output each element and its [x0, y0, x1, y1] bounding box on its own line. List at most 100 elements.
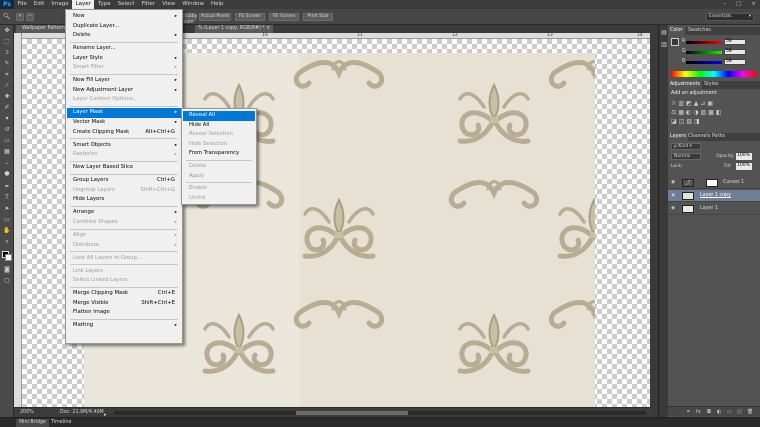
layer-menu-item-delete[interactable]: Delete ▸ — [67, 31, 181, 41]
layer-menu-item-create-clipping-mask[interactable]: Create Clipping Mask Alt+Ctrl+G — [67, 128, 181, 138]
layer-menu-item-new-adjustment-layer[interactable]: New Adjustment Layer ▸ — [67, 86, 181, 96]
mask-menu-item-hide-all[interactable]: Hide All — [183, 121, 255, 131]
dodge-tool-icon[interactable]: ● — [3, 170, 11, 177]
layer-menu-item-arrange[interactable]: Arrange ▸ — [67, 208, 181, 218]
layer-name[interactable]: Layer 1 copy — [700, 190, 731, 202]
tab-swatches[interactable]: Swatches — [686, 27, 713, 35]
fill-screen-button[interactable]: Fill Screen — [269, 13, 299, 21]
layer-menu-item-new[interactable]: New ▸ — [67, 12, 181, 22]
tab-styles[interactable]: Styles — [702, 81, 721, 89]
layer-menu-item-layer-style[interactable]: Layer Style ▸ — [67, 54, 181, 64]
type-tool-icon[interactable]: T — [3, 194, 11, 201]
hand-tool-icon[interactable]: ✋ — [3, 227, 11, 234]
adjustment-icons-row-3[interactable]: ◪◫▧◨ — [671, 118, 702, 125]
layer-menu-item-smart-objects[interactable]: Smart Objects ▸ — [67, 141, 181, 151]
properties-panel-icon[interactable]: ▥ — [660, 41, 668, 48]
layer-menu-item-hide-layers[interactable]: Hide Layers — [67, 195, 181, 205]
opacity-input[interactable]: 100% — [736, 153, 752, 160]
layer-menu-item-new-layer-based-slice[interactable]: New Layer Based Slice — [67, 163, 181, 173]
tab-timeline[interactable]: Timeline — [48, 419, 74, 427]
shape-tool-icon[interactable]: ▭ — [3, 216, 11, 223]
foreground-color-chip[interactable] — [671, 38, 679, 46]
history-brush-icon[interactable]: ↺ — [3, 126, 11, 133]
mask-menu-item-reveal-all[interactable]: Reveal All — [183, 111, 255, 121]
brush-tool-icon[interactable]: ✐ — [3, 104, 11, 111]
adjustment-icon[interactable]: ◐ — [717, 407, 721, 417]
mask-icon[interactable]: ◘ — [707, 407, 711, 417]
crop-tool-icon[interactable]: ⌗ — [3, 71, 11, 78]
zoom-in-icon[interactable]: + — [16, 13, 24, 21]
gradient-tool-icon[interactable]: ▦ — [3, 148, 11, 155]
layer-name[interactable]: Layer 1 — [700, 203, 718, 215]
layer-menu-item-merge-clipping-mask[interactable]: Merge Clipping Mask Ctrl+E — [67, 289, 181, 299]
tab-layers[interactable]: Layers — [668, 133, 688, 141]
layer-menu-item-group-layers[interactable]: Group Layers Ctrl+G — [67, 176, 181, 186]
layer-row-curves[interactable]: ◉ ⤴ Curves 1 — [668, 177, 760, 189]
actual-pixels-button[interactable]: Actual Pixels — [199, 13, 231, 21]
eyedropper-tool-icon[interactable]: ⁄ — [3, 82, 11, 89]
marquee-tool-icon[interactable]: ⬚ — [3, 38, 11, 45]
tab-channels[interactable]: Channels — [686, 133, 712, 141]
path-select-icon[interactable]: ➤ — [3, 205, 11, 212]
background-color-swatch[interactable] — [5, 254, 12, 261]
menu-layer[interactable]: Layer — [72, 0, 95, 9]
close-tab-icon[interactable]: × — [266, 26, 270, 31]
visibility-eye-icon[interactable]: ◉ — [671, 190, 675, 202]
adjustment-icons-row-2[interactable]: ⚖▦◐◑▨▩◧ — [671, 109, 724, 116]
menu-view[interactable]: View — [159, 0, 179, 9]
minimize-button[interactable]: – — [723, 0, 726, 9]
menu-type[interactable]: Type — [94, 0, 114, 9]
green-slider[interactable] — [686, 51, 722, 54]
mask-menu-item-from-transparency[interactable]: From Transparency — [183, 149, 255, 159]
layer-mask-thumbnail[interactable] — [706, 179, 718, 187]
layer-menu-item-new-fill-layer[interactable]: New Fill Layer ▸ — [67, 76, 181, 86]
blue-value[interactable]: 58 — [724, 59, 746, 65]
adjustment-icons-row-1[interactable]: ☼▥◩▲⊿▣ — [671, 100, 715, 107]
visibility-eye-icon[interactable]: ◉ — [671, 177, 675, 189]
menu-help[interactable]: Help — [207, 0, 227, 9]
layer-row-layer-1[interactable]: ◉ Layer 1 — [668, 203, 760, 215]
green-value[interactable]: 58 — [724, 49, 746, 55]
layer-menu-item-rename-layer[interactable]: Rename Layer... — [67, 44, 181, 54]
zoom-tool-icon[interactable]: ⌕ — [3, 238, 11, 245]
link-icon[interactable]: ⚭ — [686, 407, 690, 417]
tab-adjustments[interactable]: Adjustments — [668, 81, 703, 89]
menu-edit[interactable]: Edit — [30, 0, 48, 9]
menu-image[interactable]: Image — [48, 0, 72, 9]
horizontal-scrollbar[interactable] — [114, 411, 646, 415]
layer-menu-item-flatten-image[interactable]: Flatten Image — [67, 308, 181, 318]
vertical-scrollbar[interactable] — [650, 25, 658, 417]
history-panel-icon[interactable]: ▤ — [660, 29, 668, 36]
lasso-tool-icon[interactable]: ↄ — [3, 49, 11, 56]
folder-icon[interactable]: ▭ — [727, 407, 732, 417]
layer-menu-item-duplicate-layer[interactable]: Duplicate Layer... — [67, 22, 181, 32]
blur-tool-icon[interactable]: 💧︎ — [3, 159, 11, 166]
trash-icon[interactable]: 🗑︎ — [747, 407, 753, 417]
clone-stamp-icon[interactable]: ▾ — [3, 115, 11, 122]
zoom-out-icon[interactable]: − — [26, 13, 34, 21]
layer-menu-item-vector-mask[interactable]: Vector Mask ▸ — [67, 118, 181, 128]
workspace-select[interactable]: Essentials ▾ — [706, 13, 754, 21]
menu-window[interactable]: Window — [179, 0, 208, 9]
menu-filter[interactable]: Filter — [138, 0, 159, 9]
blue-slider[interactable] — [686, 61, 722, 64]
layer-menu-item-matting[interactable]: Matting ▸ — [67, 321, 181, 331]
close-window-button[interactable]: × — [751, 0, 756, 9]
layer-name[interactable]: Curves 1 — [723, 177, 744, 189]
blend-mode-select[interactable]: Normal — [671, 153, 701, 160]
eraser-tool-icon[interactable]: ▭ — [3, 137, 11, 144]
red-slider[interactable] — [686, 41, 722, 44]
fit-screen-button[interactable]: Fit Screen — [235, 13, 265, 21]
print-size-button[interactable]: Print Size — [303, 13, 333, 21]
fx-icon[interactable]: fx — [696, 407, 701, 417]
quick-select-tool-icon[interactable]: ✎ — [3, 60, 11, 67]
tab-paths[interactable]: Paths — [710, 133, 727, 141]
visibility-eye-icon[interactable]: ◉ — [671, 203, 675, 215]
menu-select[interactable]: Select — [114, 0, 138, 9]
color-spectrum-bar[interactable] — [671, 71, 757, 77]
pen-tool-icon[interactable]: ✒ — [3, 183, 11, 190]
healing-brush-icon[interactable]: ✚ — [3, 93, 11, 100]
move-tool-icon[interactable]: ✥ — [3, 27, 11, 34]
quick-mask-icon[interactable]: ◙ — [3, 266, 11, 273]
new-layer-icon[interactable]: ◰ — [737, 407, 742, 417]
